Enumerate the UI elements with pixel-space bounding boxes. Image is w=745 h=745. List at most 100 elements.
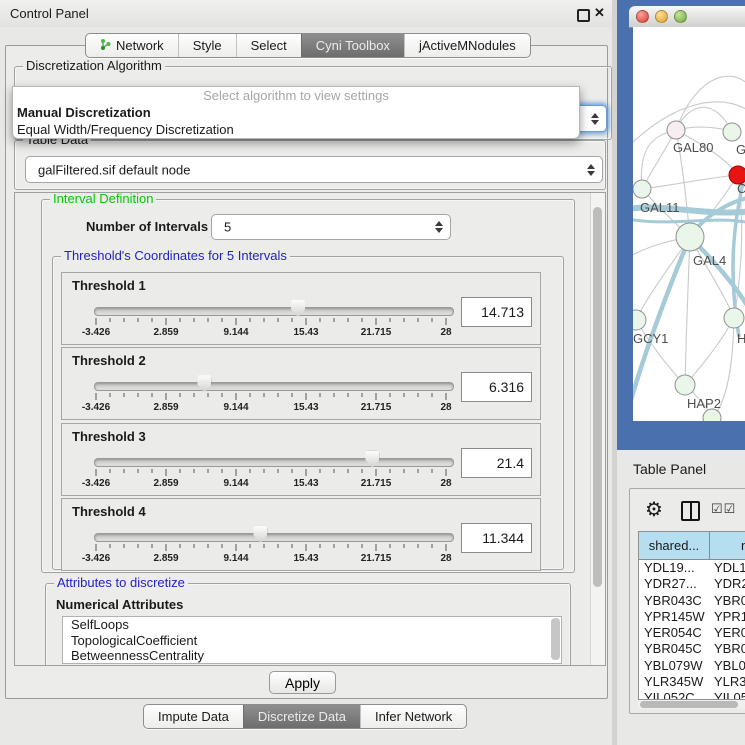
tab-impute-data[interactable]: Impute Data: [144, 705, 243, 728]
table-row[interactable]: YDR27...YDR27: [639, 576, 745, 592]
select-columns-icon[interactable]: ☑☑: [711, 501, 736, 517]
threshold-value[interactable]: 14.713: [461, 297, 532, 327]
tick-mark: [418, 393, 419, 397]
algorithm-group-label: Discretization Algorithm: [23, 59, 165, 73]
shared-name-cell: YDR27...: [644, 576, 697, 592]
tick-mark: [250, 469, 251, 473]
tab-cyni-toolbox[interactable]: Cyni Toolbox: [301, 34, 404, 57]
network-edge-highlighted[interactable]: [633, 219, 745, 223]
network-edge[interactable]: [636, 320, 685, 385]
slider-track[interactable]: [94, 307, 454, 316]
network-canvas[interactable]: GAL80GCGAL11GAL4GCY1HHAP2: [633, 27, 745, 421]
table-row[interactable]: YDL19...YDL19: [639, 560, 745, 576]
slider-tick-labels: -3.4262.8599.14415.4321.71528: [96, 553, 446, 565]
network-node-gal80[interactable]: [667, 121, 685, 139]
tab-network[interactable]: Network: [86, 34, 178, 57]
tick-mark: [376, 318, 377, 325]
network-node-gcy1[interactable]: [633, 310, 646, 330]
float-window-icon[interactable]: [577, 9, 590, 22]
table-row[interactable]: YPR145WYPR14: [639, 609, 745, 625]
dropdown-option[interactable]: Manual Discretization: [13, 104, 579, 121]
tick-mark: [236, 469, 237, 476]
control-panel-titlebar: Control Panel ✕: [0, 0, 612, 27]
table-row[interactable]: YER054CYER05: [639, 625, 745, 641]
tick-label: 15.43: [293, 327, 318, 338]
close-traffic-light-icon[interactable]: [636, 10, 649, 23]
dropdown-options: Manual DiscretizationEqual Width/Frequen…: [13, 104, 579, 138]
network-node-gal11[interactable]: [633, 180, 651, 198]
shared-name-cell: YIL052C: [644, 690, 695, 699]
scrollbar-thumb[interactable]: [593, 207, 602, 587]
split-columns-icon[interactable]: [681, 501, 700, 521]
close-icon[interactable]: ✕: [594, 5, 605, 21]
tab-discretize-data[interactable]: Discretize Data: [243, 705, 360, 728]
network-node-g[interactable]: [723, 123, 741, 141]
network-node-hap2[interactable]: [675, 375, 695, 395]
tick-mark: [320, 393, 321, 397]
tick-mark: [96, 544, 97, 551]
gear-icon[interactable]: ⚙: [645, 497, 663, 522]
network-node-h[interactable]: [724, 308, 744, 328]
tab-infer-network[interactable]: Infer Network: [360, 705, 466, 728]
tick-mark: [446, 318, 447, 325]
slider-track[interactable]: [94, 533, 454, 542]
tick-mark: [180, 318, 181, 322]
shared-name-cell: YBR043C: [644, 593, 702, 609]
table-row[interactable]: YBR045CYBR04: [639, 641, 745, 657]
network-node-label: GCY1: [633, 331, 668, 346]
network-node-gal4[interactable]: [676, 223, 704, 251]
numerical-attributes-list[interactable]: SelfLoopsTopologicalCoefficientBetweenne…: [62, 616, 562, 664]
network-window-titlebar[interactable]: [629, 6, 745, 28]
shared-name-cell: YLR345W: [644, 674, 703, 690]
network-icon: [100, 38, 111, 54]
threshold-panel: Threshold 4-3.4262.8599.14415.4321.71528…: [61, 498, 541, 571]
dropdown-option[interactable]: Equal Width/Frequency Discretization: [13, 121, 579, 138]
tick-mark: [362, 469, 363, 473]
scrollbar-thumb[interactable]: [640, 701, 738, 708]
table-row[interactable]: YBL079WYBL07: [639, 658, 745, 674]
column-header-name[interactable]: n: [710, 532, 745, 559]
apply-button[interactable]: Apply: [269, 671, 336, 694]
tick-mark: [194, 318, 195, 322]
attribute-list-item[interactable]: SelfLoops: [63, 617, 561, 633]
network-edge[interactable]: [642, 130, 676, 189]
list-scrollbar-thumb[interactable]: [551, 618, 560, 660]
tab-style[interactable]: Style: [178, 34, 236, 57]
slider-track[interactable]: [94, 458, 454, 467]
network-edge[interactable]: [685, 318, 734, 385]
network-view-window: GAL80GCGAL11GAL4GCY1HHAP2: [617, 0, 745, 450]
num-intervals-select[interactable]: 5: [211, 214, 451, 240]
network-edge[interactable]: [685, 237, 690, 385]
threshold-value[interactable]: 21.4: [461, 448, 532, 478]
tick-mark: [432, 318, 433, 322]
slider-track[interactable]: [94, 382, 454, 391]
threshold-value[interactable]: 11.344: [461, 523, 532, 553]
tick-mark: [418, 318, 419, 322]
tick-mark: [208, 469, 209, 473]
attribute-list-item[interactable]: TopologicalCoefficient: [63, 633, 561, 649]
settings-vertical-scrollbar[interactable]: [590, 193, 605, 665]
tick-mark: [152, 393, 153, 397]
zoom-traffic-light-icon[interactable]: [674, 10, 687, 23]
tick-mark: [152, 544, 153, 548]
table-row[interactable]: YLR345WYLR34: [639, 674, 745, 690]
tab-jactivemnodules[interactable]: jActiveMNodules: [404, 34, 530, 57]
tick-mark: [432, 393, 433, 397]
table-data-select[interactable]: galFiltered.sif default node: [25, 156, 603, 183]
slider-ticks: [96, 469, 446, 477]
table-row[interactable]: YBR043CYBR04: [639, 593, 745, 609]
minimize-traffic-light-icon[interactable]: [655, 10, 668, 23]
slider-tick-labels: -3.4262.8599.14415.4321.71528: [96, 402, 446, 414]
threshold-value[interactable]: 6.316: [461, 372, 532, 402]
network-edge[interactable]: [676, 76, 745, 130]
network-edge[interactable]: [642, 175, 738, 189]
tick-label: 21.715: [361, 478, 392, 489]
threshold-panel: Threshold 1-3.4262.8599.14415.4321.71528…: [61, 272, 541, 345]
tab-select[interactable]: Select: [236, 34, 301, 57]
attribute-list-item[interactable]: BetweennessCentrality: [63, 648, 561, 664]
column-header-shared-name[interactable]: shared...: [639, 532, 710, 559]
table-horizontal-scrollbar[interactable]: [638, 700, 745, 709]
tick-label: 28: [440, 402, 451, 413]
table-row[interactable]: YIL052CYIL05: [639, 690, 745, 699]
tick-mark: [250, 318, 251, 322]
